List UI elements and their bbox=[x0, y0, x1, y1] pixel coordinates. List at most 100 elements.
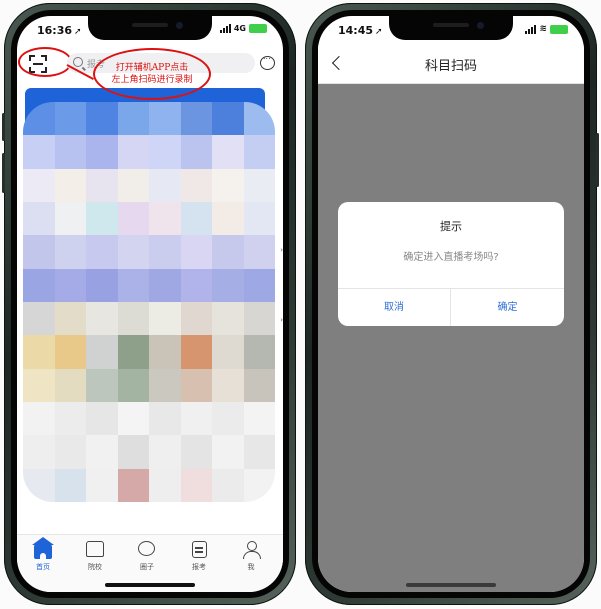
right-phone-frame: 14:45 ➚ ≋ 科目扫码 提示 确定进入直播考场吗? 取消 确定 bbox=[305, 3, 599, 605]
mosaic-cell bbox=[86, 201, 118, 236]
stage: 16:36➚ 4G 报考 打开辅机AP bbox=[0, 0, 601, 609]
mosaic-cell bbox=[86, 435, 118, 469]
dialog-message: 确定进入直播考场吗? bbox=[403, 252, 499, 263]
mosaic-cell bbox=[86, 468, 118, 502]
tab-me[interactable]: 我 bbox=[229, 541, 273, 572]
mosaic-cell bbox=[23, 335, 55, 369]
tab-circle[interactable]: 圈子 bbox=[125, 541, 169, 572]
mosaic-cell bbox=[243, 301, 275, 336]
mosaic-cell bbox=[212, 401, 244, 436]
mosaic-cell bbox=[54, 368, 86, 402]
mosaic-cell bbox=[86, 268, 118, 302]
modal-overlay bbox=[318, 84, 584, 592]
mosaic-cell bbox=[212, 102, 244, 136]
mosaic-cell bbox=[149, 168, 181, 202]
edge-chevron-icon: › bbox=[280, 246, 283, 254]
mosaic-cell bbox=[243, 168, 275, 202]
document-icon bbox=[192, 541, 207, 558]
mosaic-cell bbox=[180, 368, 212, 402]
mosaic-cell bbox=[212, 468, 244, 502]
mosaic-cell bbox=[243, 201, 275, 236]
status-time: 14:45 bbox=[338, 24, 374, 37]
mosaic-cell bbox=[86, 335, 118, 369]
mosaic-cell bbox=[117, 435, 149, 469]
mosaic-cell bbox=[180, 468, 212, 502]
chat-bubble-icon bbox=[138, 541, 155, 556]
tab-apply[interactable]: 报考 bbox=[177, 541, 221, 572]
mosaic-cell bbox=[23, 201, 55, 236]
side-button bbox=[2, 153, 5, 193]
mosaic-cell bbox=[54, 235, 86, 269]
signal-icon bbox=[219, 24, 231, 33]
page-title: 科目扫码 bbox=[424, 59, 477, 74]
mosaic-cell bbox=[212, 368, 244, 402]
mosaic-cell bbox=[212, 135, 244, 169]
mosaic-cell bbox=[117, 102, 149, 136]
battery-icon bbox=[550, 24, 568, 34]
mosaic-cell bbox=[86, 235, 118, 269]
mosaic-cell bbox=[86, 102, 118, 136]
mosaic-cell bbox=[149, 268, 181, 302]
nav-header: 科目扫码 bbox=[318, 44, 584, 84]
mosaic-cell bbox=[117, 468, 149, 502]
annotation-callout: 打开辅机APP点击 左上角扫码进行录制 bbox=[93, 48, 211, 100]
mosaic-cell bbox=[23, 468, 55, 502]
tab-label: 我 bbox=[247, 563, 255, 571]
annotation-line-1: 打开辅机APP点击 bbox=[115, 63, 189, 73]
edge-chevron-icon: › bbox=[280, 316, 283, 324]
mosaic-cell bbox=[180, 135, 212, 169]
mosaic-cell bbox=[212, 201, 244, 236]
mosaic-cell bbox=[180, 268, 212, 302]
mosaic-cell bbox=[149, 201, 181, 236]
mosaic-cell bbox=[243, 135, 275, 169]
side-button bbox=[2, 113, 5, 141]
mosaic-cell bbox=[149, 301, 181, 336]
mosaic-cell bbox=[117, 268, 149, 302]
mosaic-cell bbox=[243, 468, 275, 502]
mosaic-cell bbox=[54, 401, 86, 436]
cancel-button[interactable]: 取消 bbox=[338, 289, 451, 326]
mosaic-cell bbox=[117, 235, 149, 269]
tab-label: 院校 bbox=[88, 563, 102, 571]
home-indicator bbox=[406, 583, 496, 587]
right-screen: 14:45 ➚ ≋ 科目扫码 提示 确定进入直播考场吗? 取消 确定 bbox=[318, 16, 584, 592]
location-arrow-icon: ➚ bbox=[375, 27, 383, 37]
mosaic-cell bbox=[212, 268, 244, 302]
mosaic-cell bbox=[243, 235, 275, 269]
mosaic-cell bbox=[86, 301, 118, 336]
search-icon bbox=[73, 57, 83, 67]
mosaic-cell bbox=[243, 335, 275, 369]
mosaic-cell bbox=[117, 201, 149, 236]
mosaic-cell bbox=[243, 435, 275, 469]
message-icon[interactable] bbox=[260, 52, 275, 70]
mosaic-cell bbox=[149, 468, 181, 502]
mosaic-cell bbox=[117, 168, 149, 202]
dialog-title: 提示 bbox=[440, 220, 462, 233]
home-icon bbox=[32, 537, 54, 559]
home-indicator bbox=[105, 583, 195, 587]
signal-icon bbox=[525, 24, 537, 34]
mosaic-cell bbox=[86, 368, 118, 402]
user-icon bbox=[242, 541, 261, 559]
mosaic-cell bbox=[23, 235, 55, 269]
location-arrow-icon: ➚ bbox=[74, 27, 82, 37]
mosaic-cell bbox=[149, 102, 181, 136]
annotation-line-2: 左上角扫码进行录制 bbox=[111, 75, 193, 85]
mosaic-cell bbox=[117, 335, 149, 369]
mosaic-cell bbox=[212, 335, 244, 369]
mosaic-cell bbox=[23, 301, 55, 336]
mosaic-cell bbox=[54, 268, 86, 302]
mosaic-cell bbox=[212, 435, 244, 469]
mosaic-cell bbox=[23, 435, 55, 469]
tab-college[interactable]: 院校 bbox=[73, 541, 117, 572]
mosaic-cell bbox=[54, 301, 86, 336]
mosaic-cell bbox=[180, 435, 212, 469]
blurred-content bbox=[23, 102, 275, 502]
tab-home[interactable]: 首页 bbox=[21, 537, 65, 572]
mosaic-cell bbox=[117, 368, 149, 402]
mosaic-cell bbox=[149, 235, 181, 269]
mosaic-cell bbox=[117, 135, 149, 169]
mosaic-cell bbox=[243, 401, 275, 436]
network-type: 4G bbox=[233, 24, 246, 33]
confirm-button[interactable]: 确定 bbox=[451, 289, 564, 326]
